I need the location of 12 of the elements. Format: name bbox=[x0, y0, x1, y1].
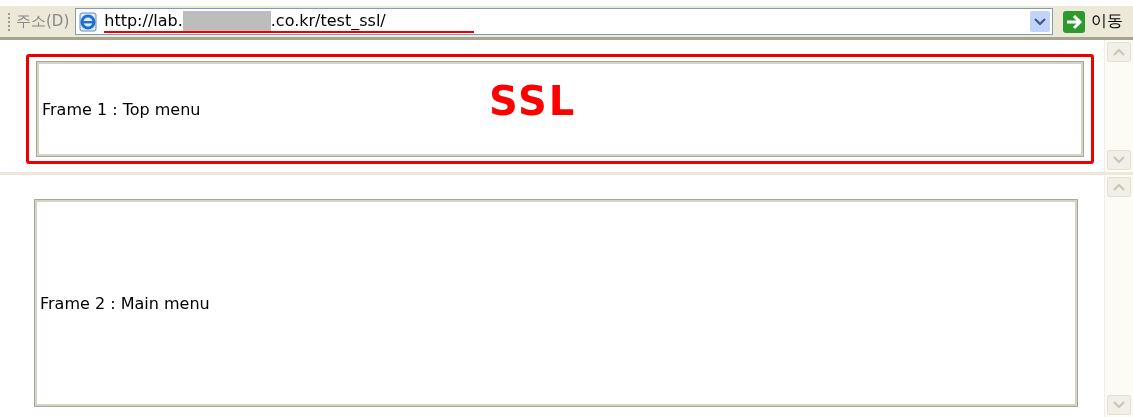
scroll-up-icon[interactable] bbox=[1107, 42, 1131, 62]
scrollbar[interactable] bbox=[1104, 40, 1133, 172]
scroll-up-icon[interactable] bbox=[1107, 177, 1131, 197]
frame-label: Frame 2 : Main menu bbox=[40, 293, 210, 313]
scroll-down-icon[interactable] bbox=[1107, 150, 1131, 170]
scrollbar[interactable] bbox=[1104, 175, 1133, 417]
annotation-text: SSL bbox=[489, 78, 577, 124]
scroll-down-icon[interactable] bbox=[1107, 395, 1131, 415]
address-label: 주소(D) bbox=[16, 12, 70, 31]
go-button[interactable]: 이동 bbox=[1059, 10, 1127, 33]
frame-label: Frame 1 : Top menu bbox=[42, 99, 201, 119]
address-field[interactable]: http://lab. .co.kr/test_ssl/ bbox=[75, 8, 1053, 35]
